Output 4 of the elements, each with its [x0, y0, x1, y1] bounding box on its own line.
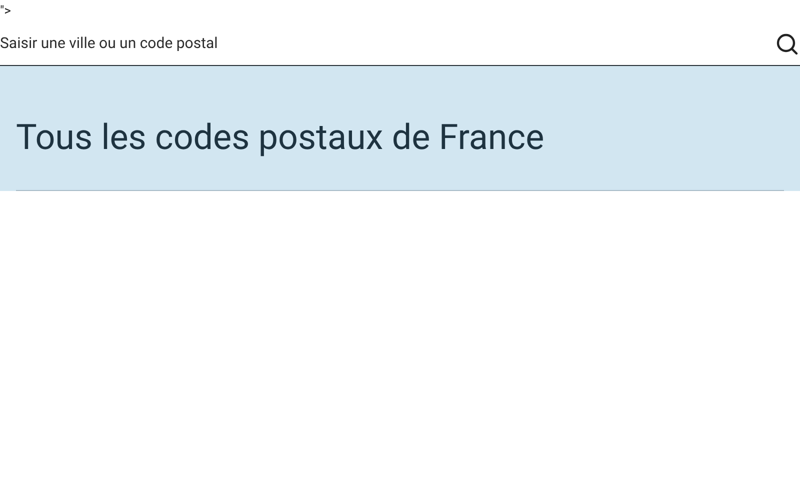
- stray-text: ">: [0, 3, 12, 21]
- page-title: Tous les codes postaux de France: [16, 116, 546, 160]
- search-icon[interactable]: [776, 33, 798, 55]
- search-field[interactable]: Saisir une ville ou un code postal: [0, 34, 776, 52]
